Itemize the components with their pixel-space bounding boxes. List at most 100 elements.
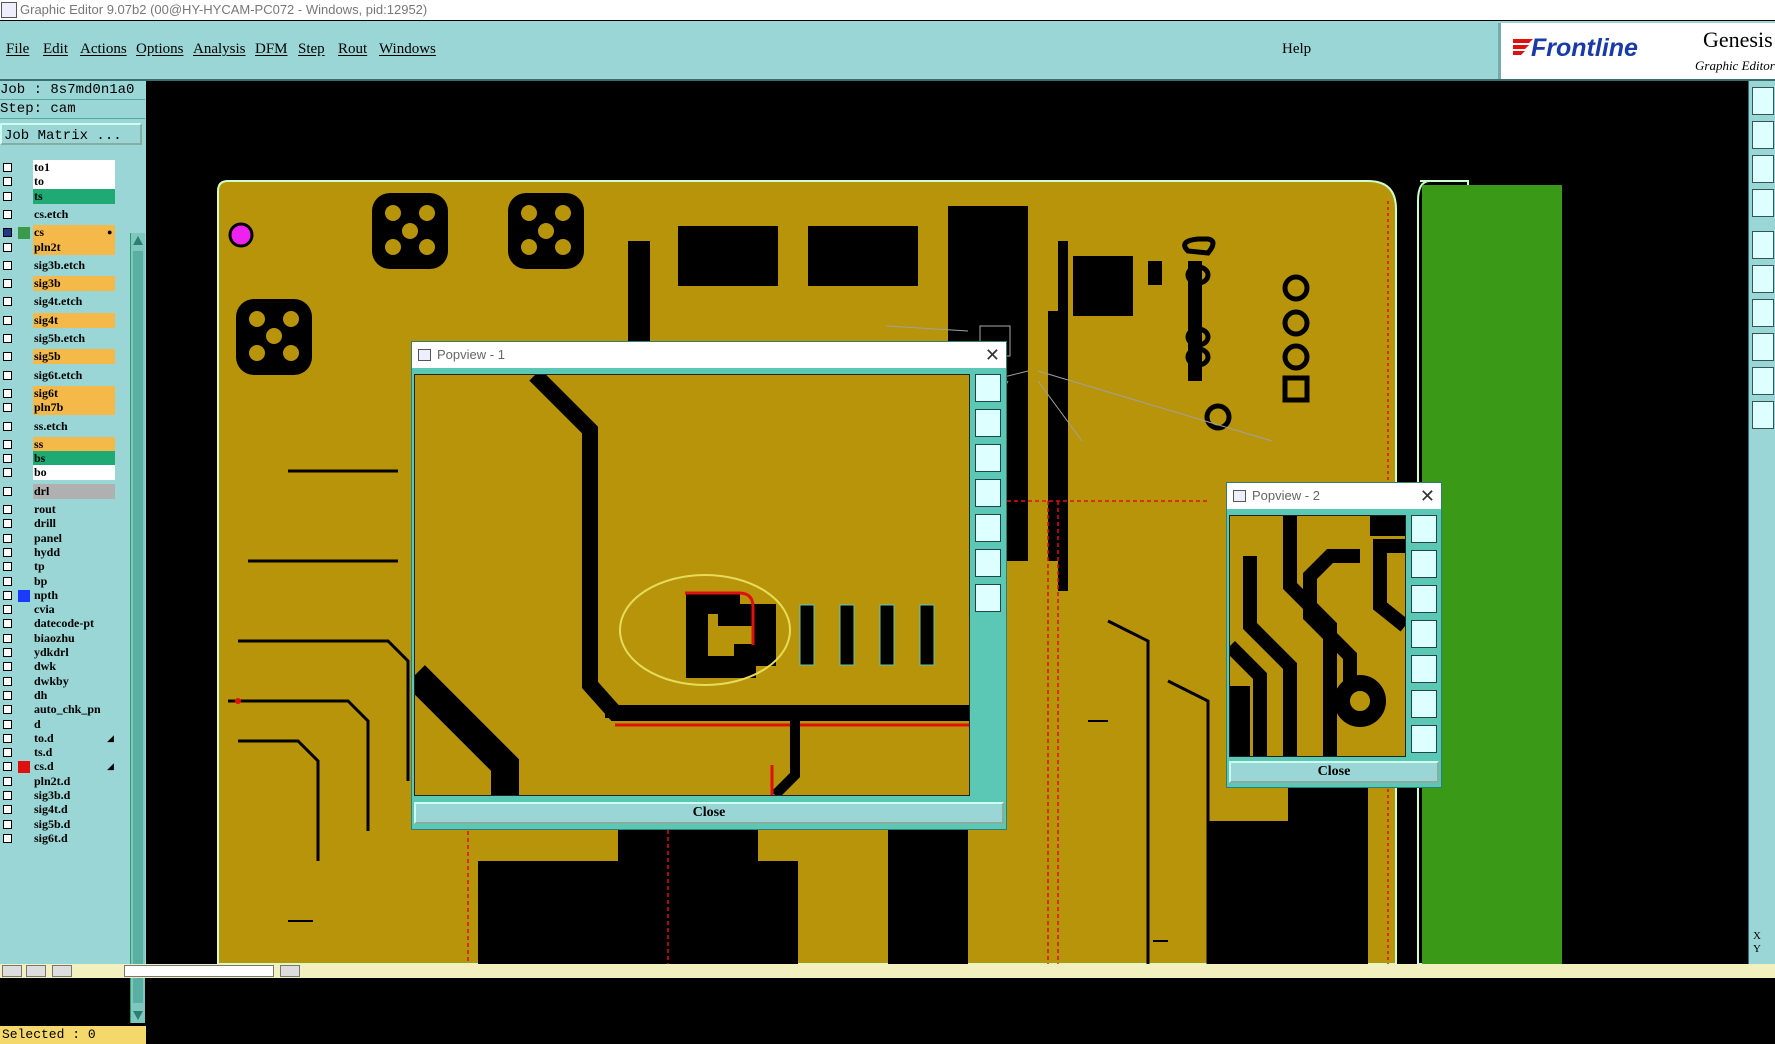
layer-row[interactable]: ts.d — [0, 745, 116, 761]
popview-1-tool-5[interactable] — [975, 514, 1001, 542]
bottom-button-2[interactable] — [26, 965, 46, 977]
layer-row[interactable]: sig6t.etch — [0, 367, 116, 383]
popview-2-tool-6[interactable] — [1411, 690, 1437, 718]
layer-row[interactable]: tp — [0, 559, 116, 575]
layer-row[interactable]: pln2t — [0, 239, 116, 255]
layer-checkbox[interactable] — [3, 519, 12, 529]
layer-row[interactable]: npth — [0, 587, 116, 603]
layer-checkbox[interactable] — [3, 163, 12, 172]
popview-2-tool-1[interactable] — [1411, 515, 1437, 543]
layer-checkbox[interactable] — [3, 191, 12, 201]
right-tool-3[interactable] — [1752, 155, 1774, 183]
layer-row[interactable]: sig3b.etch — [0, 257, 116, 273]
menu-file[interactable]: File — [6, 41, 29, 58]
right-tool-1[interactable] — [1752, 87, 1774, 115]
layer-checkbox[interactable] — [3, 421, 12, 431]
layer-row[interactable]: pln7b — [0, 400, 116, 416]
layer-row[interactable]: bo — [0, 465, 116, 481]
layer-checkbox[interactable] — [3, 562, 12, 572]
layer-checkbox[interactable] — [3, 676, 12, 686]
right-tool-9[interactable] — [1752, 367, 1774, 395]
layer-row[interactable]: drl — [0, 483, 116, 499]
right-tool-4[interactable] — [1752, 189, 1774, 217]
popview-2-tool-3[interactable] — [1411, 585, 1437, 613]
layer-checkbox[interactable] — [3, 468, 12, 478]
layer-row[interactable]: sig5b.d — [0, 816, 116, 832]
layer-row[interactable]: sig6t — [0, 385, 116, 401]
layer-row[interactable]: to1 — [0, 160, 116, 175]
layer-checkbox[interactable] — [3, 352, 12, 362]
layer-row[interactable]: auto_chk_pn — [0, 702, 116, 718]
layer-row[interactable]: ss.etch — [0, 418, 116, 434]
layer-row[interactable]: biaozhu — [0, 630, 116, 646]
layer-row[interactable]: bs — [0, 451, 116, 467]
layer-row[interactable]: d — [0, 716, 116, 732]
popview-1-tool-7[interactable] — [975, 584, 1001, 612]
popview-1-tool-6[interactable] — [975, 549, 1001, 577]
right-tool-8[interactable] — [1752, 333, 1774, 361]
command-field[interactable] — [124, 965, 274, 977]
popview-1-titlebar[interactable]: Popview - 1 ✕ — [412, 342, 1006, 368]
layer-row[interactable]: sig4t.etch — [0, 294, 116, 310]
layer-row[interactable]: pln2t.d — [0, 773, 116, 789]
right-tool-2[interactable] — [1752, 121, 1774, 149]
layer-checkbox[interactable] — [3, 762, 12, 772]
layer-row[interactable]: cs.etch — [0, 206, 116, 222]
layer-row[interactable]: sig4t — [0, 312, 116, 328]
right-tool-7[interactable] — [1752, 299, 1774, 327]
layer-row[interactable]: dwk — [0, 659, 116, 675]
layer-checkbox[interactable] — [3, 805, 12, 815]
layer-checkbox[interactable] — [3, 619, 12, 629]
layer-checkbox[interactable] — [3, 733, 12, 743]
menu-analysis[interactable]: Analysis — [193, 41, 246, 58]
layer-row[interactable]: to — [0, 174, 116, 190]
popview-1-view[interactable] — [414, 374, 970, 796]
layer-checkbox[interactable] — [3, 648, 12, 657]
layer-checkbox[interactable] — [3, 315, 12, 325]
layer-checkbox[interactable] — [3, 605, 12, 615]
layer-row[interactable]: dwkby — [0, 673, 116, 689]
layer-checkbox[interactable] — [3, 439, 12, 449]
layer-checkbox[interactable] — [3, 260, 12, 270]
layer-row[interactable]: ts — [0, 188, 116, 204]
layer-checkbox[interactable] — [3, 279, 12, 289]
popview-2-close-icon[interactable]: ✕ — [1420, 483, 1435, 509]
layer-row[interactable]: ydkdrl — [0, 645, 116, 660]
layer-checkbox[interactable] — [3, 633, 12, 643]
layer-row[interactable]: sig5b — [0, 349, 116, 365]
popview-1-tool-2[interactable] — [975, 409, 1001, 437]
layer-row[interactable]: drill — [0, 516, 116, 532]
layer-row[interactable]: sig3b.d — [0, 788, 116, 803]
layer-checkbox[interactable] — [3, 486, 12, 496]
popview-1-tool-1[interactable] — [975, 374, 1001, 402]
layer-checkbox[interactable] — [3, 662, 12, 672]
layer-checkbox[interactable] — [3, 748, 12, 758]
popview-1-tool-4[interactable] — [975, 479, 1001, 507]
layer-checkbox[interactable] — [3, 576, 12, 586]
menu-rout[interactable]: Rout — [338, 41, 367, 58]
layer-checkbox[interactable] — [3, 297, 12, 307]
layer-row[interactable]: sig6t.d — [0, 830, 116, 846]
layer-row[interactable]: cvia — [0, 602, 116, 618]
layer-list-scrollbar[interactable] — [130, 233, 145, 1023]
layer-checkbox[interactable] — [3, 590, 12, 600]
layer-checkbox[interactable] — [3, 454, 12, 464]
layer-row[interactable]: panel — [0, 530, 116, 546]
popview-2-tool-2[interactable] — [1411, 550, 1437, 578]
layer-checkbox[interactable] — [3, 228, 12, 238]
popview-1-tool-3[interactable] — [975, 444, 1001, 472]
right-tool-10[interactable] — [1752, 401, 1774, 429]
popview-2-titlebar[interactable]: Popview - 2 ✕ — [1227, 483, 1441, 509]
layer-checkbox[interactable] — [3, 209, 12, 219]
layer-row[interactable]: cs.d ◢ — [0, 759, 116, 775]
layer-checkbox[interactable] — [3, 833, 12, 843]
layer-checkbox[interactable] — [3, 776, 12, 786]
popview-2-close-button[interactable]: Close — [1229, 761, 1439, 783]
right-tool-6[interactable] — [1752, 265, 1774, 293]
layer-checkbox[interactable] — [3, 505, 12, 514]
bottom-button-3[interactable] — [52, 965, 72, 977]
popview-2-tool-4[interactable] — [1411, 620, 1437, 648]
popview-2-view[interactable] — [1229, 515, 1406, 757]
layer-row[interactable]: cs ● — [0, 225, 116, 241]
job-matrix-button[interactable]: Job Matrix ... — [0, 123, 142, 145]
